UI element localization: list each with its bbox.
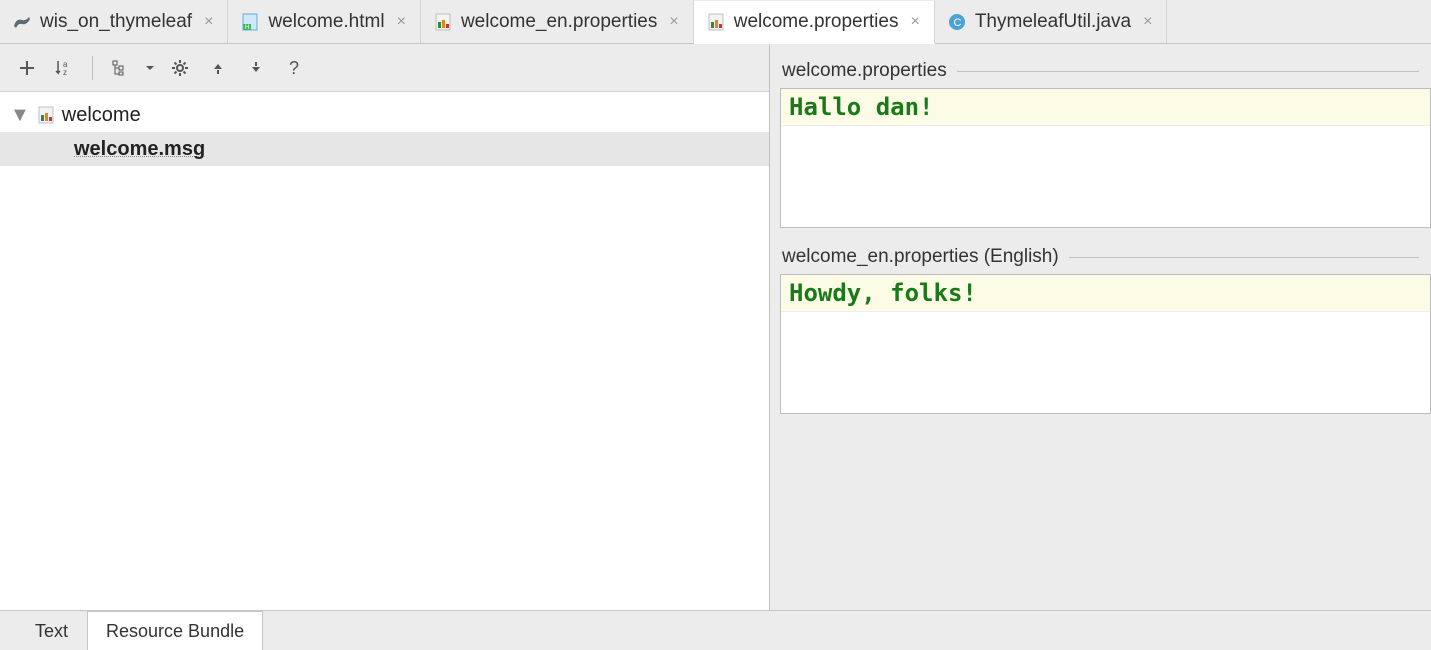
bottom-tab-text[interactable]: Text [16,611,87,650]
html-icon: H [240,12,260,32]
editor-default[interactable]: Hallo dan! [780,88,1431,228]
bottom-tabstrip: Text Resource Bundle [0,610,1431,650]
editor-group-title: welcome.properties [770,60,1431,88]
dropdown-arrow[interactable] [141,51,159,85]
tree-root[interactable]: ▼ welcome [0,98,769,132]
bundle-toolbar: az ? [0,44,769,92]
bundle-editors: welcome.properties Hallo dan! welcome_en… [770,44,1431,610]
close-icon[interactable]: × [397,13,406,31]
editor-group-title: welcome_en.properties (English) [770,246,1431,274]
bottom-tab-resource-bundle[interactable]: Resource Bundle [87,611,263,650]
tab-label: welcome_en.properties [461,11,657,33]
tab-welcome-properties[interactable]: welcome.properties × [694,1,935,44]
editor-value[interactable]: Hallo dan! [781,89,1430,126]
editor-value[interactable]: Howdy, folks! [781,275,1430,312]
tab-welcome-en-properties[interactable]: welcome_en.properties × [421,0,694,43]
editor-title: welcome_en.properties (English) [782,246,1059,268]
divider [957,71,1419,72]
separator [92,56,93,80]
editor-group-default: welcome.properties Hallo dan! [770,60,1431,228]
svg-text:?: ? [289,58,299,78]
java-class-icon: C [947,12,967,32]
bundle-tree-panel: az ? ▼ [0,44,770,610]
bottom-tab-label: Text [35,621,68,642]
help-button[interactable]: ? [277,51,311,85]
tree-root-label: welcome [62,104,141,127]
close-icon[interactable]: × [204,13,213,31]
add-button[interactable] [10,51,44,85]
svg-text:H: H [245,25,249,31]
close-icon[interactable]: × [910,13,919,31]
tree-key-row[interactable]: welcome.msg [0,132,769,166]
tab-thymeleafutil-java[interactable]: C ThymeleafUtil.java × [935,0,1168,43]
chevron-down-icon[interactable]: ▼ [10,104,30,127]
tab-label: ThymeleafUtil.java [975,11,1131,33]
tab-wis-on-thymeleaf[interactable]: wis_on_thymeleaf × [0,0,228,43]
tab-label: welcome.html [268,11,384,33]
expand-all-button[interactable] [201,51,235,85]
editor-en[interactable]: Howdy, folks! [780,274,1431,414]
tab-label: welcome.properties [734,11,899,33]
collapse-all-button[interactable] [239,51,273,85]
bottom-tab-label: Resource Bundle [106,621,244,642]
properties-icon [36,105,56,125]
editor-title: welcome.properties [782,60,947,82]
tab-welcome-html[interactable]: H welcome.html × [228,0,421,43]
editor-group-en: welcome_en.properties (English) Howdy, f… [770,246,1431,414]
close-icon[interactable]: × [669,13,678,31]
tree-view-button[interactable] [103,51,137,85]
sort-az-button[interactable]: az [48,51,82,85]
svg-text:z: z [63,68,67,77]
divider [1069,257,1419,258]
properties-icon [706,12,726,32]
close-icon[interactable]: × [1143,13,1152,31]
gradle-icon [12,12,32,32]
settings-button[interactable] [163,51,197,85]
editor-tabs: wis_on_thymeleaf × H welcome.html × welc… [0,0,1431,44]
properties-icon [433,12,453,32]
bundle-tree[interactable]: ▼ welcome welcome.msg [0,92,769,610]
svg-text:C: C [953,17,961,29]
tab-label: wis_on_thymeleaf [40,11,192,33]
tree-key-label: welcome.msg [74,138,205,161]
main-area: az ? ▼ [0,44,1431,610]
